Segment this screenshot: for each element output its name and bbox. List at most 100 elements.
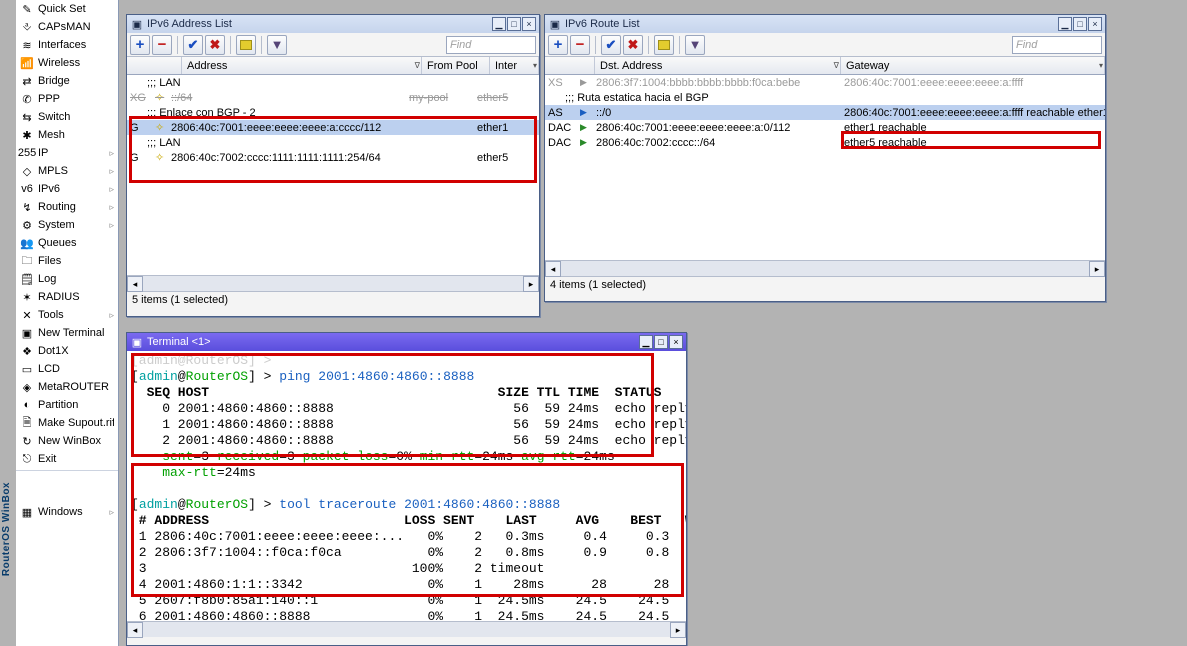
col-address[interactable]: Address∇ bbox=[182, 57, 422, 74]
menu-item-routing[interactable]: ↯Routing▹ bbox=[16, 198, 118, 216]
route-icon: ▶ bbox=[577, 77, 593, 88]
menu-item-partition[interactable]: ◐Partition bbox=[16, 396, 118, 414]
menu-item-interfaces[interactable]: ≋Interfaces bbox=[16, 36, 118, 54]
menu-icon: 🗎 bbox=[20, 416, 34, 430]
col-gateway[interactable]: Gateway▾ bbox=[841, 57, 1105, 74]
menu-item-lcd[interactable]: ▭LCD bbox=[16, 360, 118, 378]
terminal-body[interactable]: [admin@RouterOS] > [admin@RouterOS] > pi… bbox=[127, 351, 686, 621]
close-button[interactable]: × bbox=[1088, 17, 1102, 31]
menu-item-switch[interactable]: ⇆Switch bbox=[16, 108, 118, 126]
menu-icon: ⇄ bbox=[20, 74, 34, 88]
titlebar-address[interactable]: ▣ IPv6 Address List ▁ □ × bbox=[127, 15, 539, 33]
list-icon: ▣ bbox=[548, 17, 562, 31]
comment-row[interactable]: ;;; Enlace con BGP - 2 bbox=[127, 105, 539, 120]
address-list-body[interactable]: ;;; LANXG✧::/64my-poolether5;;; Enlace c… bbox=[127, 75, 539, 275]
menu-item-tools[interactable]: ✕Tools▹ bbox=[16, 306, 118, 324]
menu-item-ppp[interactable]: ✆PPP bbox=[16, 90, 118, 108]
minimize-button[interactable]: ▁ bbox=[639, 335, 653, 349]
menu-item-new-winbox[interactable]: ↻New WinBox bbox=[16, 432, 118, 450]
minimize-button[interactable]: ▁ bbox=[1058, 17, 1072, 31]
filter-button[interactable]: ▼ bbox=[267, 35, 287, 55]
add-button[interactable]: + bbox=[130, 35, 150, 55]
menu-label: Partition bbox=[38, 399, 114, 411]
close-button[interactable]: × bbox=[669, 335, 683, 349]
menu-icon: ⎋ bbox=[20, 452, 34, 466]
maximize-button[interactable]: □ bbox=[507, 17, 521, 31]
h-scroll[interactable]: ◂ ▸ bbox=[127, 275, 539, 291]
menu-label: MPLS bbox=[38, 165, 105, 177]
disable-button[interactable]: ✖ bbox=[623, 35, 643, 55]
comment-button[interactable] bbox=[236, 35, 256, 55]
table-row[interactable]: G✧2806:40c:7002:cccc:1111:1111:1111:254/… bbox=[127, 150, 539, 165]
table-row[interactable]: XG✧::/64my-poolether5 bbox=[127, 90, 539, 105]
menu-icon: ⎀ bbox=[20, 20, 34, 34]
find-input[interactable]: Find bbox=[446, 36, 536, 54]
menu-item-mpls[interactable]: ◇MPLS▹ bbox=[16, 162, 118, 180]
titlebar-route[interactable]: ▣ IPv6 Route List ▁ □ × bbox=[545, 15, 1105, 33]
scroll-right-icon[interactable]: ▸ bbox=[1089, 261, 1105, 277]
remove-button[interactable]: − bbox=[570, 35, 590, 55]
col-flag[interactable] bbox=[545, 57, 595, 74]
route-list-body[interactable]: XS▶2806:3f7:1004:bbbb:bbbb:bbbb:f0ca:beb… bbox=[545, 75, 1105, 260]
menu-item-ipv6[interactable]: v6IPv6▹ bbox=[16, 180, 118, 198]
add-button[interactable]: + bbox=[548, 35, 568, 55]
table-row[interactable]: AS▶::/02806:40c:7001:eeee:eeee:eeee:a:ff… bbox=[545, 105, 1105, 120]
menu-item-bridge[interactable]: ⇄Bridge bbox=[16, 72, 118, 90]
h-scroll[interactable]: ◂ ▸ bbox=[545, 260, 1105, 276]
menu-item-radius[interactable]: ✶RADIUS bbox=[16, 288, 118, 306]
titlebar-terminal[interactable]: ▣ Terminal <1> ▁ □ × bbox=[127, 333, 686, 351]
remove-button[interactable]: − bbox=[152, 35, 172, 55]
scroll-left-icon[interactable]: ◂ bbox=[545, 261, 561, 277]
comment-button[interactable] bbox=[654, 35, 674, 55]
menu-icon: ✱ bbox=[20, 128, 34, 142]
scroll-right-icon[interactable]: ▸ bbox=[670, 622, 686, 638]
menu-icon: ✆ bbox=[20, 92, 34, 106]
menu-item-capsman[interactable]: ⎀CAPsMAN bbox=[16, 18, 118, 36]
table-row[interactable]: G✧2806:40c:7001:eeee:eeee:eeee:a:cccc/11… bbox=[127, 120, 539, 135]
menu-item-quick-set[interactable]: ✎Quick Set bbox=[16, 0, 118, 18]
col-flag[interactable] bbox=[127, 57, 182, 74]
filter-button[interactable]: ▼ bbox=[685, 35, 705, 55]
window-terminal: ▣ Terminal <1> ▁ □ × [admin@RouterOS] > … bbox=[126, 332, 687, 646]
menu-item-exit[interactable]: ⎋Exit bbox=[16, 450, 118, 468]
menu-item-new-terminal[interactable]: ▣New Terminal bbox=[16, 324, 118, 342]
h-scroll[interactable]: ◂ ▸ bbox=[127, 621, 686, 637]
disable-button[interactable]: ✖ bbox=[205, 35, 225, 55]
col-dst-address[interactable]: Dst. Address∇ bbox=[595, 57, 841, 74]
maximize-button[interactable]: □ bbox=[1073, 17, 1087, 31]
maximize-button[interactable]: □ bbox=[654, 335, 668, 349]
table-row[interactable]: DAC▶2806:40c:7001:eeee:eeee:eeee:a:0/112… bbox=[545, 120, 1105, 135]
route-list-header: Dst. Address∇ Gateway▾ bbox=[545, 57, 1105, 75]
col-interface[interactable]: Inter▾ bbox=[490, 57, 539, 74]
minimize-button[interactable]: ▁ bbox=[492, 17, 506, 31]
submenu-arrow-icon: ▹ bbox=[109, 507, 114, 518]
comment-row[interactable]: ;;; Ruta estatica hacia el BGP bbox=[545, 90, 1105, 105]
menu-item-system[interactable]: ⚙System▹ bbox=[16, 216, 118, 234]
table-row[interactable]: XS▶2806:3f7:1004:bbbb:bbbb:bbbb:f0ca:beb… bbox=[545, 75, 1105, 90]
toolbar-address: + − ✔ ✖ ▼ Find bbox=[127, 33, 539, 57]
scroll-left-icon[interactable]: ◂ bbox=[127, 622, 143, 638]
comment-row[interactable]: ;;; LAN bbox=[127, 135, 539, 150]
enable-button[interactable]: ✔ bbox=[601, 35, 621, 55]
table-row[interactable]: DAC▶2806:40c:7002:cccc::/64ether5 reacha… bbox=[545, 135, 1105, 150]
menu-item-mesh[interactable]: ✱Mesh bbox=[16, 126, 118, 144]
col-from-pool[interactable]: From Pool bbox=[422, 57, 490, 74]
enable-button[interactable]: ✔ bbox=[183, 35, 203, 55]
menu-item-files[interactable]: 🗀Files bbox=[16, 252, 118, 270]
close-button[interactable]: × bbox=[522, 17, 536, 31]
menu-item-wireless[interactable]: 📶Wireless bbox=[16, 54, 118, 72]
menu-label: Interfaces bbox=[38, 39, 114, 51]
scroll-left-icon[interactable]: ◂ bbox=[127, 276, 143, 292]
menu-item-metarouter[interactable]: ◈MetaROUTER bbox=[16, 378, 118, 396]
menu-label: Windows bbox=[38, 506, 105, 518]
menu-item-dot1x[interactable]: ❖Dot1X bbox=[16, 342, 118, 360]
menu-item-ip[interactable]: 255IP▹ bbox=[16, 144, 118, 162]
comment-row[interactable]: ;;; LAN bbox=[127, 75, 539, 90]
scroll-right-icon[interactable]: ▸ bbox=[523, 276, 539, 292]
menu-item-log[interactable]: 🗒Log bbox=[16, 270, 118, 288]
menu-item-queues[interactable]: 👥Queues bbox=[16, 234, 118, 252]
plus-icon: ✧ bbox=[152, 91, 168, 104]
find-input[interactable]: Find bbox=[1012, 36, 1102, 54]
menu-item-make-supout.rif[interactable]: 🗎Make Supout.rif bbox=[16, 414, 118, 432]
menu-item-windows[interactable]: ▦Windows▹ bbox=[16, 503, 118, 521]
